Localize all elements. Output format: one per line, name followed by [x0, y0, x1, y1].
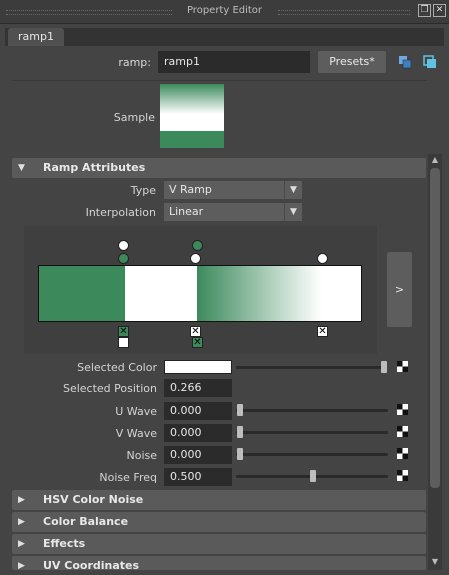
v-wave-slider-handle[interactable] — [237, 426, 243, 438]
noise-label: Noise — [126, 449, 157, 462]
delete-entry-icon[interactable]: ✕ — [118, 326, 129, 337]
noise-slider-handle[interactable] — [237, 448, 243, 460]
sample-label: Sample — [113, 111, 155, 124]
ramp-color-handle[interactable] — [190, 253, 201, 264]
ramp-color-handle[interactable] — [118, 253, 129, 264]
triangle-right-icon: ▶ — [18, 561, 25, 570]
sample-swatch — [160, 84, 224, 148]
triangle-right-icon: ▶ — [18, 517, 25, 527]
checker-map-icon[interactable] — [397, 426, 408, 437]
close-window-icon[interactable]: ✕ — [433, 4, 446, 17]
section-uv-coordinates[interactable]: ▶ UV Coordinates — [12, 556, 426, 570]
checker-map-icon[interactable] — [397, 404, 408, 415]
v-wave-field[interactable]: 0.000 — [164, 424, 232, 442]
selected-color-slider[interactable] — [236, 366, 386, 369]
selected-color-label: Selected Color — [77, 361, 157, 374]
vertical-scrollbar[interactable]: ▲ ▼ — [428, 154, 442, 570]
section-hsv-color-noise-label: HSV Color Noise — [43, 493, 144, 506]
selected-color-slider-handle[interactable] — [381, 361, 387, 373]
scrollbar-thumb[interactable] — [430, 168, 440, 488]
divider — [12, 80, 427, 81]
interpolation-label: Interpolation — [85, 206, 156, 219]
noise-freq-slider-handle[interactable] — [310, 470, 316, 482]
section-ramp-attributes[interactable]: ▼ Ramp Attributes — [12, 158, 426, 178]
delete-entry-icon[interactable]: ✕ — [190, 326, 201, 337]
delete-entry-icon[interactable]: ✕ — [317, 326, 328, 337]
expand-ramp-button[interactable]: > — [387, 252, 412, 327]
chevron-down-icon: ▼ — [284, 203, 302, 221]
u-wave-field[interactable]: 0.000 — [164, 402, 232, 420]
v-wave-slider[interactable] — [236, 431, 388, 434]
selected-color-swatch[interactable] — [164, 360, 232, 374]
delete-entry-icon[interactable]: ✕ — [192, 337, 203, 348]
ramp-position-handle[interactable] — [192, 240, 203, 251]
tab-strip: ramp1 — [5, 28, 444, 46]
type-label: Type — [130, 184, 156, 197]
u-wave-slider[interactable] — [236, 409, 388, 412]
section-ramp-attributes-label: Ramp Attributes — [43, 161, 146, 174]
triangle-down-icon: ▼ — [18, 163, 25, 173]
section-color-balance[interactable]: ▶ Color Balance — [12, 512, 426, 532]
noise-freq-label: Noise Freq — [99, 471, 157, 484]
type-value: V Ramp — [169, 183, 212, 196]
interpolation-value: Linear — [169, 205, 204, 218]
section-color-balance-label: Color Balance — [43, 515, 129, 528]
title-grip-right — [278, 10, 410, 15]
title-bar: Property Editor ❐ ✕ — [0, 0, 449, 24]
scroll-down-icon[interactable]: ▼ — [428, 557, 442, 566]
section-effects[interactable]: ▶ Effects — [12, 534, 426, 554]
u-wave-label: U Wave — [115, 405, 157, 418]
section-effects-label: Effects — [43, 537, 86, 550]
noise-field[interactable]: 0.000 — [164, 446, 232, 464]
section-hsv-color-noise[interactable]: ▶ HSV Color Noise — [12, 490, 426, 510]
copy-tab-icon[interactable] — [423, 55, 437, 69]
float-window-icon[interactable]: ❐ — [418, 4, 431, 17]
interpolation-dropdown[interactable]: Linear ▼ — [164, 203, 302, 221]
checker-map-icon[interactable] — [397, 361, 408, 372]
noise-freq-field[interactable]: 0.500 — [164, 468, 232, 486]
v-wave-label: V Wave — [115, 427, 157, 440]
presets-button[interactable]: Presets* — [318, 51, 386, 73]
scroll-up-icon[interactable]: ▲ — [428, 155, 442, 164]
ramp-name-field[interactable]: ramp1 — [158, 51, 310, 73]
type-dropdown[interactable]: V Ramp ▼ — [164, 181, 302, 199]
map-to-object-icon[interactable] — [398, 55, 412, 69]
selected-position-label: Selected Position — [62, 382, 157, 395]
checker-map-icon[interactable] — [397, 470, 408, 481]
noise-slider[interactable] — [236, 453, 388, 456]
tab-ramp1[interactable]: ramp1 — [8, 28, 64, 46]
ramp-position-handle[interactable] — [118, 240, 129, 251]
ramp-node-label: ramp: — [118, 56, 151, 69]
u-wave-slider-handle[interactable] — [237, 404, 243, 416]
section-uv-coordinates-label: UV Coordinates — [43, 559, 140, 570]
ramp-entry-swatch[interactable] — [118, 337, 129, 348]
triangle-right-icon: ▶ — [18, 539, 25, 549]
chevron-down-icon: ▼ — [284, 181, 302, 199]
ramp-gradient-bar[interactable] — [38, 265, 362, 322]
ramp-color-handle[interactable] — [317, 253, 328, 264]
triangle-right-icon: ▶ — [18, 495, 25, 505]
selected-position-field[interactable]: 0.266 — [164, 379, 232, 397]
checker-map-icon[interactable] — [397, 448, 408, 459]
